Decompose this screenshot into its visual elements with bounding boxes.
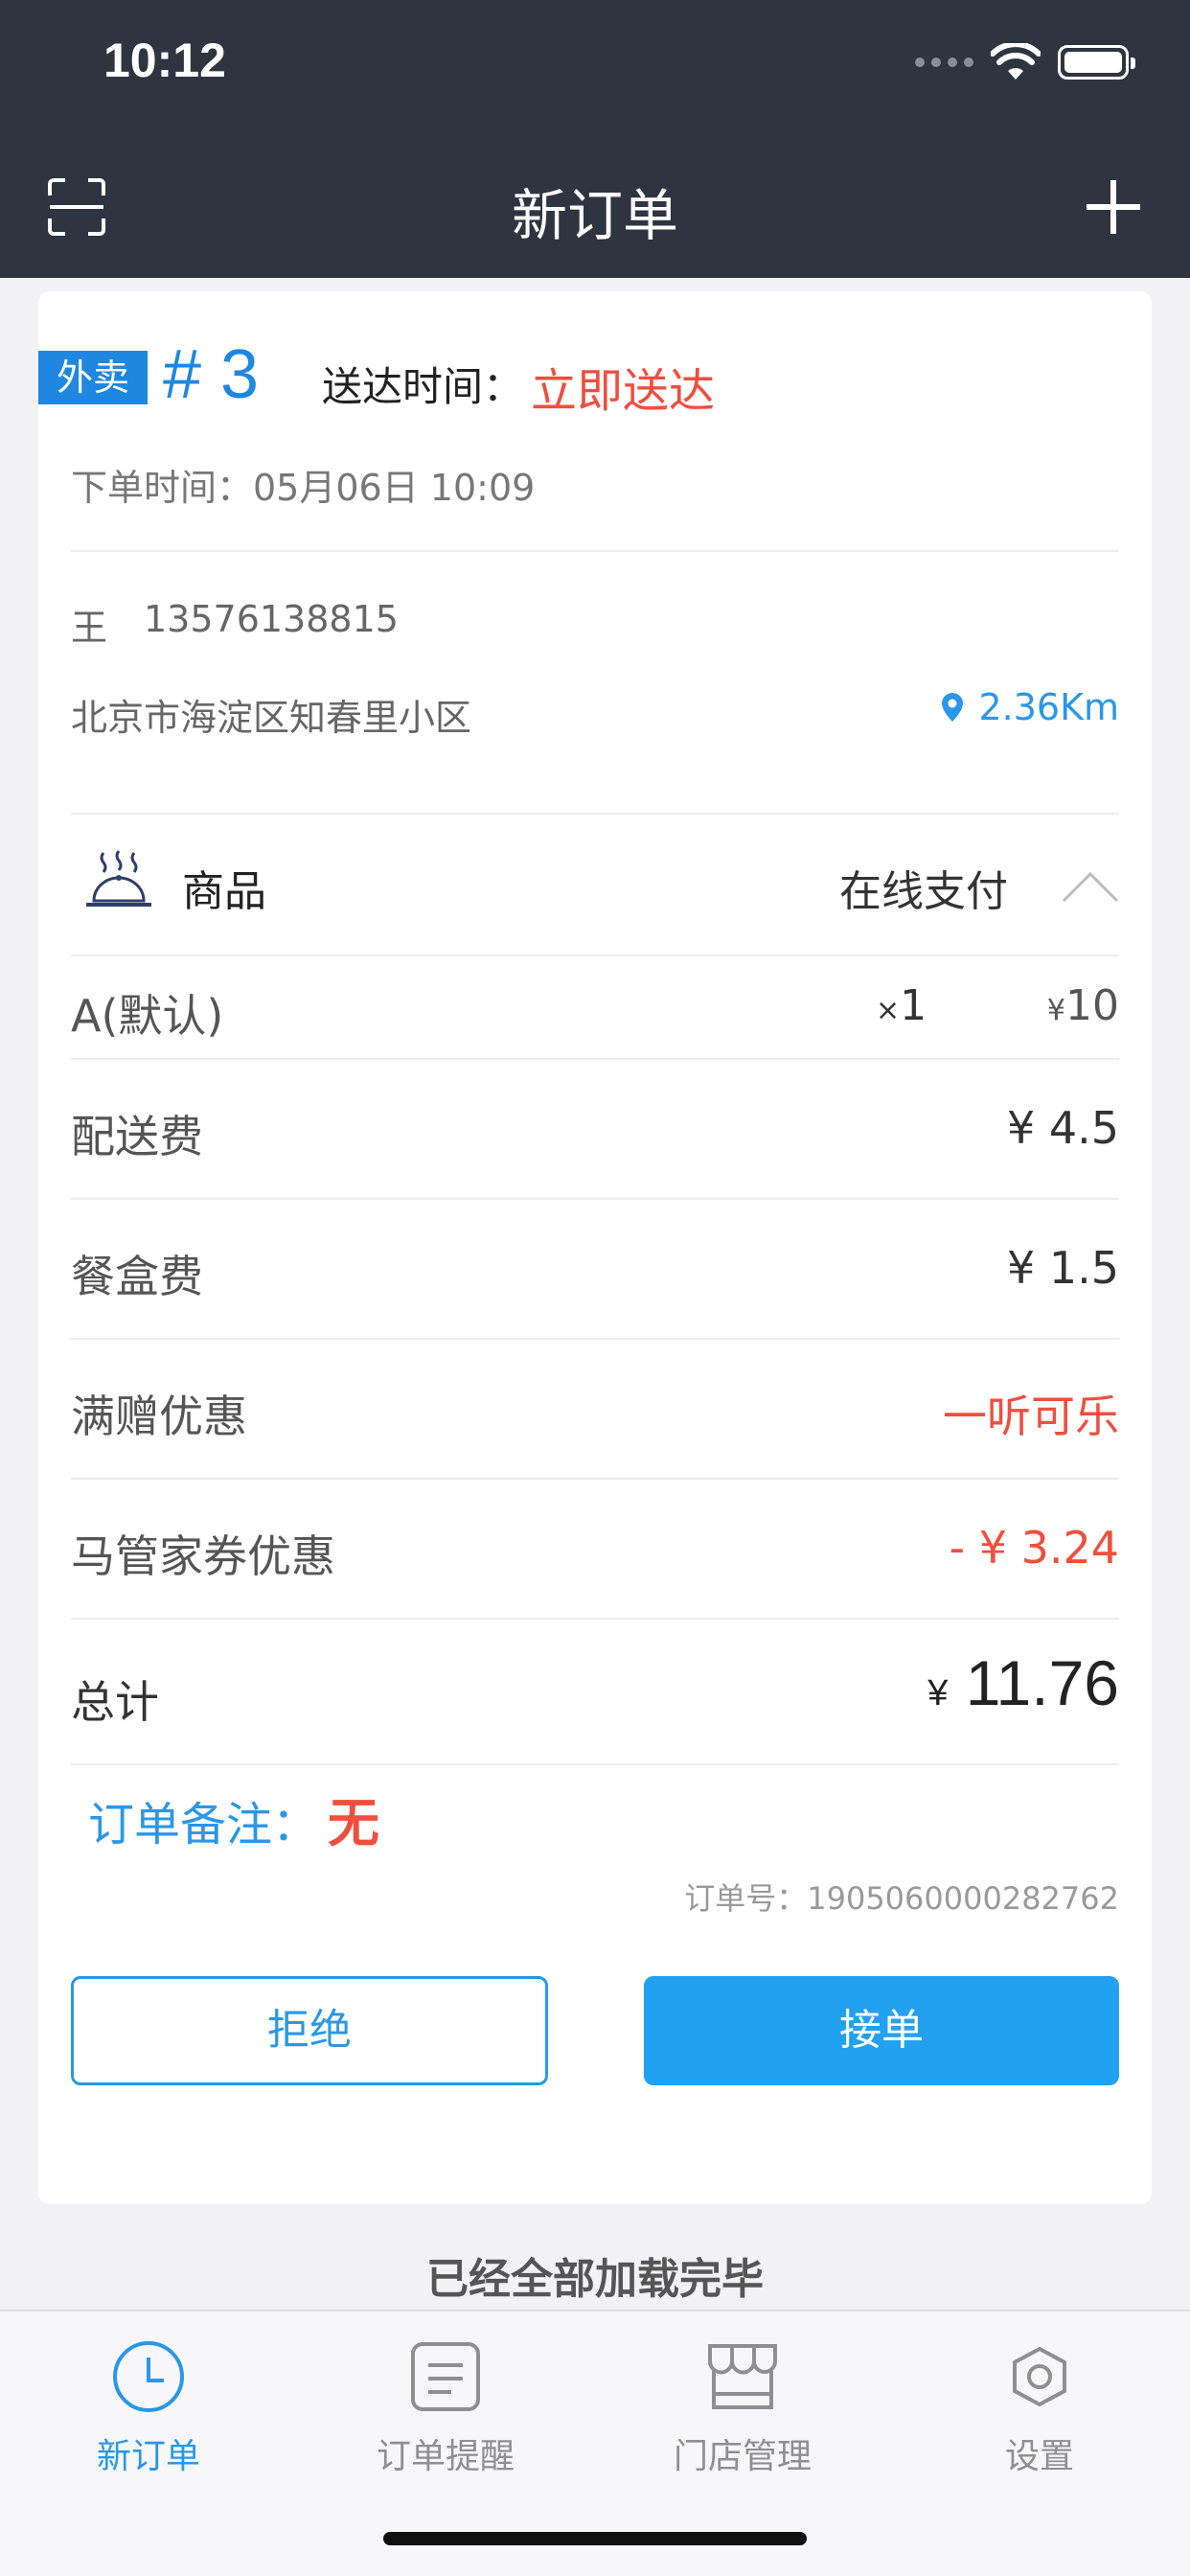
- divider: [71, 550, 1119, 552]
- clock-icon: [113, 2341, 184, 2412]
- status-indicators: [915, 40, 1135, 84]
- top-bar: 10:12 新订单: [0, 0, 1190, 278]
- total-label: 总计: [71, 1676, 159, 1728]
- divider: [71, 954, 1119, 956]
- goods-section-label: 商品: [182, 867, 266, 916]
- total-value: ¥ 11.76: [927, 1647, 1119, 1718]
- tab-new-orders[interactable]: 新订单: [0, 2338, 297, 2478]
- order-id: 订单号：1905060000282762: [684, 1880, 1119, 1917]
- fee-label-gift: 满赠优惠: [71, 1391, 247, 1442]
- fee-label-box: 餐盒费: [71, 1251, 203, 1302]
- distance-value: 2.36Km: [978, 686, 1119, 728]
- food-cloche-icon: [86, 850, 151, 907]
- divider: [71, 813, 1119, 815]
- customer-name: 王: [71, 607, 108, 649]
- order-number: # 3: [163, 336, 260, 413]
- document-icon: [411, 2342, 480, 2411]
- customer-address: 北京市海淀区知春里小区: [71, 697, 472, 739]
- fee-value-delivery: ¥ 4.5: [1006, 1102, 1119, 1154]
- divider: [71, 1763, 1119, 1765]
- fee-value-gift: 一听可乐: [943, 1391, 1119, 1442]
- gear-icon: [1013, 2346, 1066, 2407]
- tab-label: 新订单: [96, 2437, 200, 2476]
- fee-value-box: ¥ 1.5: [1006, 1242, 1119, 1294]
- order-card: 外卖 # 3 送达时间： 立即送达 下单时间：05月06日 10:09 王 13…: [38, 291, 1152, 2204]
- item-price: ¥10: [1046, 981, 1119, 1030]
- delivery-time-label: 送达时间：: [322, 363, 524, 410]
- tab-order-reminders[interactable]: 订单提醒: [297, 2338, 594, 2478]
- status-time: 10:12: [103, 34, 226, 87]
- tab-store-management[interactable]: 门店管理: [594, 2338, 891, 2478]
- reject-button[interactable]: 拒绝: [71, 1976, 548, 2085]
- divider: [71, 1478, 1119, 1480]
- store-icon: [708, 2344, 777, 2409]
- fee-label-coupon: 马管家券优惠: [71, 1530, 335, 1582]
- page-title: 新订单: [511, 183, 678, 248]
- list-end-text: 已经全部加载完毕: [426, 2255, 764, 2304]
- divider: [71, 1198, 1119, 1200]
- battery-icon: [1058, 45, 1135, 80]
- home-indicator: [383, 2532, 807, 2545]
- location-pin-icon: [942, 693, 964, 722]
- customer-phone[interactable]: 13576138815: [144, 598, 399, 640]
- delivery-time-value: 立即送达: [531, 364, 716, 418]
- fee-label-delivery: 配送费: [71, 1111, 203, 1162]
- remark-value: 无: [328, 1793, 379, 1853]
- remark-label: 订单备注：: [88, 1798, 319, 1852]
- order-time: 下单时间：05月06日 10:09: [71, 467, 536, 509]
- order-type-tag: 外卖: [38, 351, 148, 404]
- divider: [71, 1058, 1119, 1060]
- chevron-up-icon[interactable]: [1062, 870, 1119, 903]
- add-icon[interactable]: [1083, 176, 1144, 238]
- distance-link[interactable]: 2.36Km: [940, 686, 1119, 728]
- payment-method: 在线支付: [839, 867, 1008, 916]
- list-item: A(默认) ×1 ¥10: [71, 962, 1119, 1058]
- wifi-icon: [991, 43, 1041, 80]
- tab-settings[interactable]: 设置: [891, 2338, 1188, 2478]
- divider: [71, 1338, 1119, 1340]
- tab-label: 设置: [1004, 2437, 1074, 2476]
- item-name: A(默认): [71, 990, 224, 1042]
- tab-label: 门店管理: [673, 2437, 812, 2476]
- accept-button[interactable]: 接单: [644, 1976, 1119, 2085]
- divider: [71, 1618, 1119, 1620]
- fee-value-coupon: - ¥ 3.24: [949, 1522, 1119, 1574]
- signal-icon: [915, 58, 973, 67]
- item-quantity: ×1: [876, 981, 927, 1030]
- tab-label: 订单提醒: [376, 2437, 515, 2476]
